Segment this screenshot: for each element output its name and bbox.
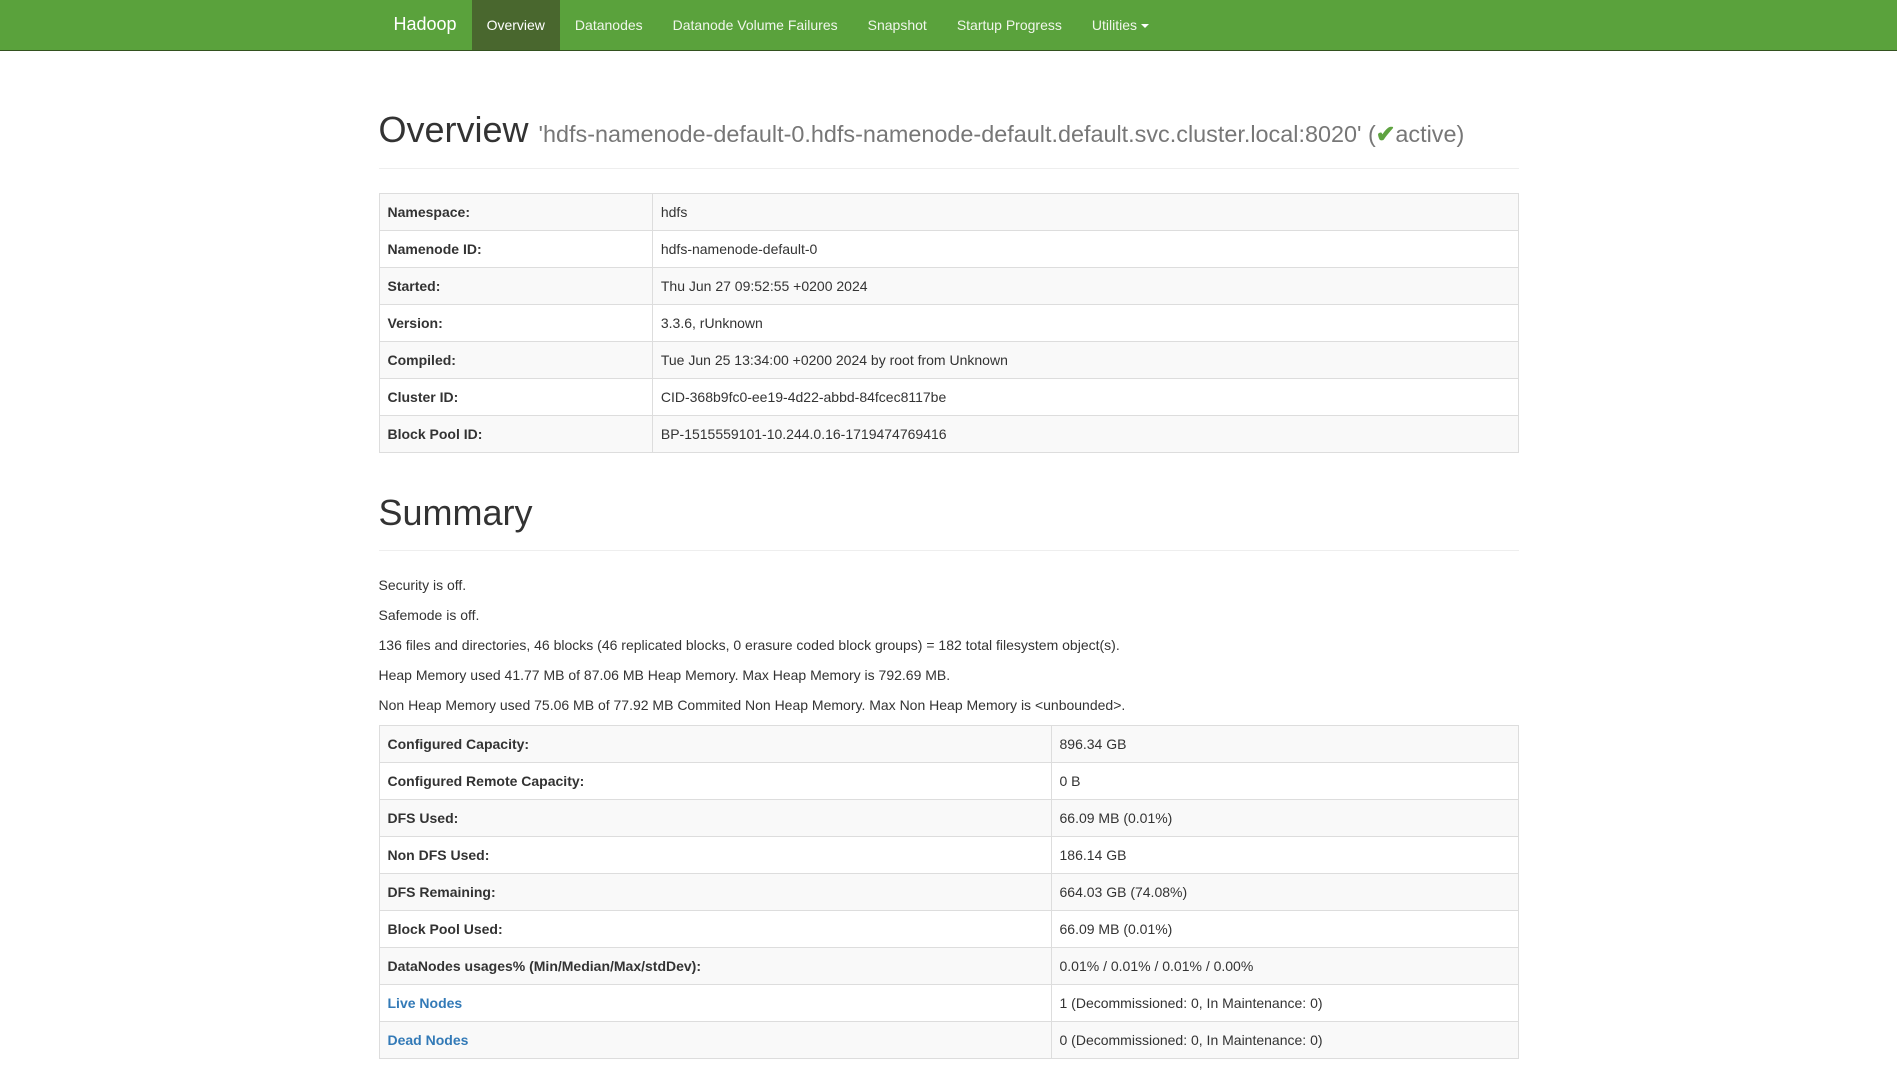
navbar-container: Hadoop Overview Datanodes Datanode Volum… [364,0,1534,50]
nav-dropdown-utilities-link[interactable]: Utilities [1077,0,1164,50]
namenode-address: 'hdfs-namenode-default-0.hdfs-namenode-d… [539,121,1465,147]
security-status: Security is off. [379,575,1519,595]
row-value: 0 (Decommissioned: 0, In Maintenance: 0) [1051,1022,1518,1059]
utilities-label: Utilities [1092,17,1137,33]
summary-status-text: Security is off. Safemode is off. 136 fi… [379,575,1519,715]
row-label: Started: [379,267,652,304]
table-row: Version: 3.3.6, rUnknown [379,304,1518,341]
nav-tab-overview-link[interactable]: Overview [472,0,560,50]
safemode-status: Safemode is off. [379,605,1519,625]
nav-tab-datanodes-link[interactable]: Datanodes [560,0,658,50]
nav-tab-startup-progress: Startup Progress [942,0,1077,50]
row-label: Block Pool ID: [379,415,652,452]
table-row: Configured Remote Capacity: 0 B [379,763,1518,800]
row-value: 66.09 MB (0.01%) [1051,911,1518,948]
row-label: Non DFS Used: [379,837,1051,874]
table-row: DataNodes usages% (Min/Median/Max/stdDev… [379,948,1518,985]
row-label: Namespace: [379,193,652,230]
row-label: DataNodes usages% (Min/Median/Max/stdDev… [379,948,1051,985]
row-label: DFS Remaining: [379,874,1051,911]
row-label: Cluster ID: [379,378,652,415]
nav-tab-snapshot-link[interactable]: Snapshot [853,0,942,50]
navbar-menu: Overview Datanodes Datanode Volume Failu… [472,0,1164,50]
top-navbar: Hadoop Overview Datanodes Datanode Volum… [0,0,1897,51]
nav-tab-datanodes: Datanodes [560,0,658,50]
table-row: Live Nodes 1 (Decommissioned: 0, In Main… [379,985,1518,1022]
table-row: Dead Nodes 0 (Decommissioned: 0, In Main… [379,1022,1518,1059]
namenode-info-table: Namespace: hdfs Namenode ID: hdfs-nameno… [379,193,1519,453]
non-heap-memory-status: Non Heap Memory used 75.06 MB of 77.92 M… [379,695,1519,715]
dead-nodes-link[interactable]: Dead Nodes [388,1032,469,1048]
row-label: Live Nodes [379,985,1051,1022]
row-value: BP-1515559101-10.244.0.16-1719474769416 [652,415,1518,452]
state-label: active [1395,121,1456,147]
row-label: Configured Capacity: [379,726,1051,763]
nav-tab-overview: Overview [472,0,560,50]
row-label: Namenode ID: [379,230,652,267]
nav-dropdown-utilities: Utilities [1077,0,1164,50]
page-title: Overview 'hdfs-namenode-default-0.hdfs-n… [379,110,1519,150]
table-row: Block Pool Used: 66.09 MB (0.01%) [379,911,1518,948]
row-value: Thu Jun 27 09:52:55 +0200 2024 [652,267,1518,304]
row-value: 0 B [1051,763,1518,800]
chevron-down-icon [1141,24,1149,28]
namenode-state: (✔active) [1368,121,1464,147]
filesystem-objects-status: 136 files and directories, 46 blocks (46… [379,635,1519,655]
row-value: 3.3.6, rUnknown [652,304,1518,341]
row-value: 896.34 GB [1051,726,1518,763]
page-title-text: Overview [379,109,529,150]
main-content: Overview 'hdfs-namenode-default-0.hdfs-n… [364,110,1534,1059]
row-label: Dead Nodes [379,1022,1051,1059]
overview-page-header: Overview 'hdfs-namenode-default-0.hdfs-n… [379,110,1519,169]
row-label: DFS Used: [379,800,1051,837]
table-row: DFS Remaining: 664.03 GB (74.08%) [379,874,1518,911]
row-value: hdfs-namenode-default-0 [652,230,1518,267]
row-value: Tue Jun 25 13:34:00 +0200 2024 by root f… [652,341,1518,378]
heap-memory-status: Heap Memory used 41.77 MB of 87.06 MB He… [379,665,1519,685]
row-value: 0.01% / 0.01% / 0.01% / 0.00% [1051,948,1518,985]
row-label: Block Pool Used: [379,911,1051,948]
nav-tab-startup-progress-link[interactable]: Startup Progress [942,0,1077,50]
table-row: Cluster ID: CID-368b9fc0-ee19-4d22-abbd-… [379,378,1518,415]
row-label: Compiled: [379,341,652,378]
table-row: Block Pool ID: BP-1515559101-10.244.0.16… [379,415,1518,452]
summary-page-header: Summary [379,493,1519,552]
active-check-icon: ✔ [1376,121,1396,147]
row-label: Configured Remote Capacity: [379,763,1051,800]
table-row: Configured Capacity: 896.34 GB [379,726,1518,763]
row-value: 66.09 MB (0.01%) [1051,800,1518,837]
nav-tab-datanode-volume-failures-link[interactable]: Datanode Volume Failures [658,0,853,50]
row-label: Version: [379,304,652,341]
table-row: DFS Used: 66.09 MB (0.01%) [379,800,1518,837]
cluster-summary-table: Configured Capacity: 896.34 GB Configure… [379,725,1519,1059]
row-value: 1 (Decommissioned: 0, In Maintenance: 0) [1051,985,1518,1022]
nav-tab-datanode-volume-failures: Datanode Volume Failures [658,0,853,50]
table-row: Namespace: hdfs [379,193,1518,230]
row-value: 664.03 GB (74.08%) [1051,874,1518,911]
table-row: Compiled: Tue Jun 25 13:34:00 +0200 2024… [379,341,1518,378]
table-row: Started: Thu Jun 27 09:52:55 +0200 2024 [379,267,1518,304]
row-value: CID-368b9fc0-ee19-4d22-abbd-84fcec8117be [652,378,1518,415]
live-nodes-link[interactable]: Live Nodes [388,995,463,1011]
row-value: hdfs [652,193,1518,230]
table-row: Non DFS Used: 186.14 GB [379,837,1518,874]
row-value: 186.14 GB [1051,837,1518,874]
nav-tab-snapshot: Snapshot [853,0,942,50]
table-row: Namenode ID: hdfs-namenode-default-0 [379,230,1518,267]
summary-section-title: Summary [379,493,1519,533]
hadoop-brand[interactable]: Hadoop [379,0,472,50]
